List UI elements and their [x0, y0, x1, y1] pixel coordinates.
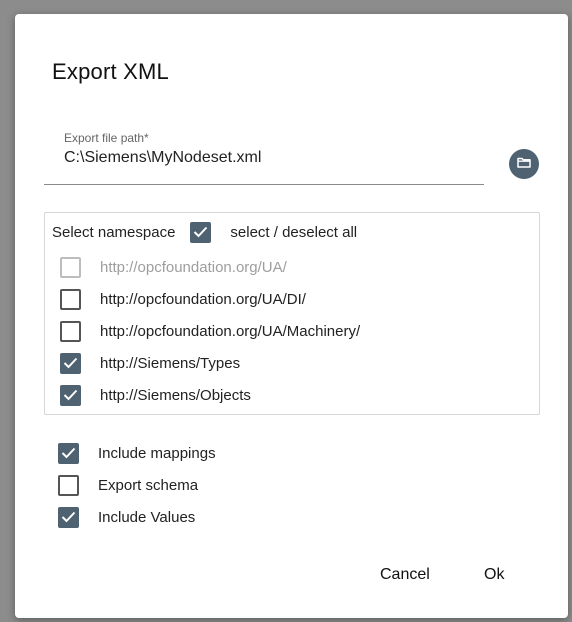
- namespace-checkbox[interactable]: [60, 288, 81, 310]
- namespace-item-siemens-objects[interactable]: http://Siemens/Objects: [60, 383, 251, 407]
- checkmark-icon: [61, 447, 76, 459]
- export-schema-label: Export schema: [98, 476, 199, 494]
- namespace-item-ua[interactable]: http://opcfoundation.org/UA/: [60, 255, 287, 279]
- export-path-label: Export file path*: [64, 131, 149, 145]
- export-schema-checkbox[interactable]: [58, 474, 79, 496]
- include-values-label: Include Values: [98, 508, 196, 526]
- browse-folder-button[interactable]: [509, 149, 539, 179]
- namespace-checkbox[interactable]: [60, 256, 81, 278]
- namespace-item-siemens-types[interactable]: http://Siemens/Types: [60, 351, 240, 375]
- include-values-checkbox[interactable]: [58, 506, 79, 528]
- select-all-label: select / deselect all: [230, 223, 358, 241]
- export-schema-option[interactable]: Export schema: [58, 473, 198, 497]
- select-all-checkbox[interactable]: [190, 221, 212, 243]
- include-mappings-label: Include mappings: [98, 444, 216, 462]
- namespace-label: http://Siemens/Types: [100, 354, 241, 372]
- namespace-selection-panel: Select namespace select / deselect all h…: [44, 212, 540, 415]
- export-path-input[interactable]: C:\Siemens\MyNodeset.xml: [64, 149, 261, 167]
- namespace-label: http://Siemens/Objects: [100, 386, 251, 404]
- include-mappings-option[interactable]: Include mappings: [58, 441, 216, 465]
- export-path-field[interactable]: Export file path* C:\Siemens\MyNodeset.x…: [44, 126, 484, 185]
- include-values-option[interactable]: Include Values: [58, 505, 195, 529]
- export-xml-dialog: Export XML Export file path* C:\Siemens\…: [15, 14, 568, 618]
- include-mappings-checkbox[interactable]: [58, 442, 79, 464]
- checkmark-icon: [63, 357, 78, 369]
- namespace-header: Select namespace select / deselect all: [52, 220, 357, 244]
- dialog-title: Export XML: [52, 59, 169, 84]
- select-namespace-label: Select namespace: [52, 223, 176, 241]
- namespace-checkbox[interactable]: [60, 352, 81, 374]
- cancel-button[interactable]: Cancel: [372, 562, 438, 588]
- checkmark-icon: [61, 511, 76, 523]
- namespace-label: http://opcfoundation.org/UA/DI/: [100, 290, 306, 308]
- namespace-checkbox[interactable]: [60, 384, 81, 406]
- namespace-checkbox[interactable]: [60, 320, 81, 342]
- folder-icon: [517, 155, 531, 173]
- namespace-label: http://opcfoundation.org/UA/: [100, 258, 287, 276]
- ok-button[interactable]: Ok: [476, 562, 512, 588]
- namespace-label: http://opcfoundation.org/UA/Machinery/: [100, 322, 361, 340]
- namespace-item-machinery[interactable]: http://opcfoundation.org/UA/Machinery/: [60, 319, 360, 343]
- checkmark-icon: [63, 389, 78, 401]
- checkmark-icon: [194, 226, 208, 238]
- namespace-item-di[interactable]: http://opcfoundation.org/UA/DI/: [60, 287, 306, 311]
